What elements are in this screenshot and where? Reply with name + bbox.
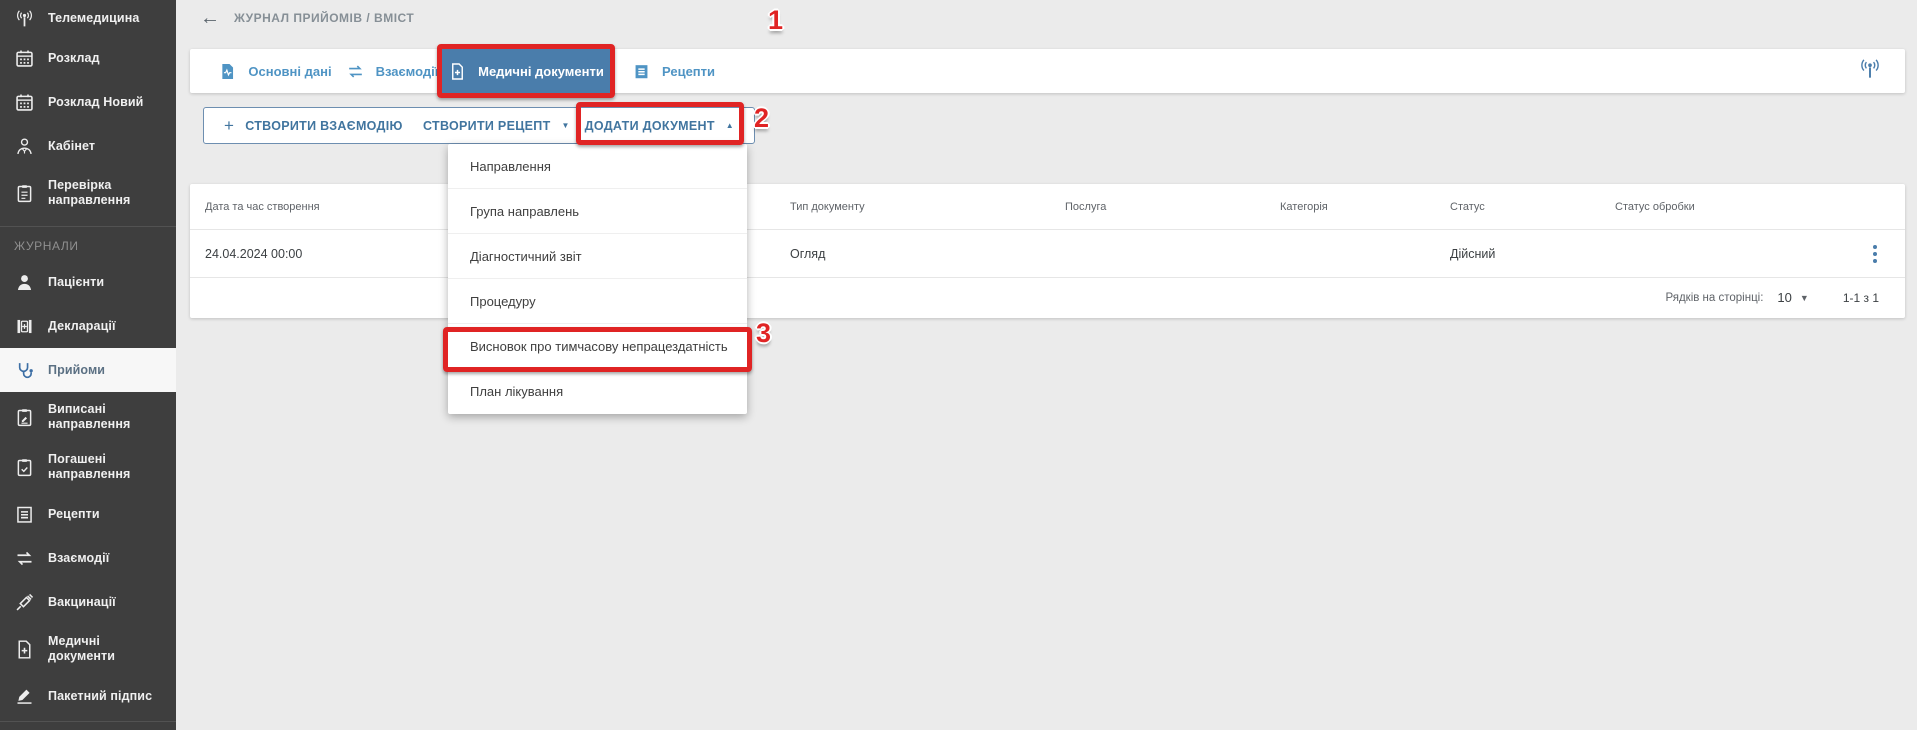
- sidebar-item-batch-signature[interactable]: Пакетний підпис: [0, 674, 176, 718]
- row-menu-kebab-icon[interactable]: [1845, 245, 1905, 263]
- sidebar-item-declarations[interactable]: Декларації: [0, 304, 176, 348]
- column-header-category: Категорія: [1280, 201, 1450, 213]
- chevron-up-icon: ▲: [726, 122, 734, 130]
- menu-item-referral[interactable]: Направлення: [448, 144, 747, 189]
- menu-item-temporary-disability-conclusion[interactable]: Висновок про тимчасову непрацездатність: [448, 324, 747, 369]
- main-content: ← ЖУРНАЛ ПРИЙОМІВ / ВМІСТ Основні дані В…: [176, 0, 1917, 730]
- broadcast-antenna-icon[interactable]: [1857, 56, 1883, 87]
- clipboard-check-icon: [13, 457, 35, 478]
- cell-doc-type: Огляд: [790, 247, 1065, 261]
- menu-item-diagnostic-report[interactable]: Діагностичний звіт: [448, 234, 747, 279]
- sidebar-item-label: Рецепти: [48, 507, 100, 522]
- breadcrumb: ЖУРНАЛ ПРИЙОМІВ / ВМІСТ: [234, 11, 414, 25]
- sidebar-item-schedule[interactable]: Розклад: [0, 36, 176, 80]
- sidebar-item-issued-referrals[interactable]: Виписані направлення: [0, 392, 176, 442]
- sidebar-item-label: Прийоми: [48, 363, 105, 378]
- tab-bar: Основні дані Взаємодії Медичні документи…: [190, 49, 1905, 93]
- calendar-icon: [13, 48, 35, 69]
- doctor-icon: [13, 136, 35, 157]
- topbar: ← ЖУРНАЛ ПРИЙОМІВ / ВМІСТ: [200, 0, 414, 36]
- sidebar-item-label: Виписані направлення: [48, 402, 162, 432]
- tab-label: Основні дані: [248, 64, 331, 79]
- tab-medical-documents[interactable]: Медичні документи: [442, 49, 610, 93]
- sidebar-item-schedule-new[interactable]: Розклад Новий: [0, 80, 176, 124]
- annotation-number-3: 3: [756, 318, 771, 349]
- sidebar-item-appointments[interactable]: Прийоми: [0, 348, 176, 392]
- action-toolbar: + СТВОРИТИ ВЗАЄМОДІЮ СТВОРИТИ РЕЦЕПТ ▼ Д…: [203, 107, 755, 144]
- receipt-icon: [632, 62, 651, 81]
- sidebar-item-label: Пацієнти: [48, 275, 104, 290]
- menu-item-procedure[interactable]: Процедуру: [448, 279, 747, 324]
- tab-label: Взаємодії: [376, 64, 439, 79]
- sidebar-divider: [0, 721, 176, 722]
- sidebar-item-prescriptions[interactable]: Рецепти: [0, 492, 176, 536]
- rows-per-page-label: Рядків на сторінці:: [1665, 292, 1763, 304]
- sidebar-item-label: Розклад: [48, 51, 100, 66]
- syringe-icon: [13, 592, 35, 613]
- column-header-service: Послуга: [1065, 201, 1280, 213]
- column-header-status: Статус: [1450, 201, 1615, 213]
- back-arrow-icon[interactable]: ←: [200, 8, 220, 28]
- sidebar-item-label: Взаємодії: [48, 551, 109, 566]
- rows-per-page-value[interactable]: 10: [1777, 290, 1791, 305]
- plus-icon: +: [224, 117, 234, 134]
- column-header-processing-status: Статус обробки: [1615, 201, 1845, 213]
- column-header-doc-type: Тип документу: [790, 201, 1065, 213]
- pagination-range: 1-1 з 1: [1843, 291, 1879, 305]
- sidebar-item-referral-check[interactable]: Перевірка направлення: [0, 168, 176, 218]
- antenna-icon: [13, 8, 35, 29]
- cell-status: Дійсний: [1450, 247, 1615, 261]
- tab-interactions[interactable]: Взаємодії: [342, 49, 442, 93]
- add-document-button[interactable]: ДОДАТИ ДОКУМЕНТ ▲: [585, 119, 734, 133]
- chevron-down-icon: ▼: [562, 122, 570, 130]
- calendar-icon: [13, 92, 35, 113]
- sidebar-item-patients[interactable]: Пацієнти: [0, 260, 176, 304]
- sidebar-item-label: Кабінет: [48, 139, 95, 154]
- document-plus-icon: [448, 62, 467, 81]
- sidebar-item-label: Декларації: [48, 319, 116, 334]
- sidebar-item-cabinet[interactable]: Кабінет: [0, 124, 176, 168]
- tab-label: Медичні документи: [478, 64, 604, 79]
- sidebar-item-medical-documents[interactable]: Медичні документи: [0, 624, 176, 674]
- sidebar-item-label: Перевірка направлення: [48, 178, 162, 208]
- clipboard-pencil-icon: [13, 407, 35, 428]
- sidebar-item-redeemed-referrals[interactable]: Погашені направлення: [0, 442, 176, 492]
- signature-icon: [13, 686, 35, 707]
- sidebar: Телемедицина Розклад Розклад Новий Кабін…: [0, 0, 176, 730]
- sidebar-item-label: Розклад Новий: [48, 95, 143, 110]
- sidebar-item-label: Погашені направлення: [48, 452, 162, 482]
- sidebar-item-vaccinations[interactable]: Вакцинації: [0, 580, 176, 624]
- chevron-down-icon[interactable]: ▼: [1800, 293, 1809, 303]
- annotation-number-1: 1: [768, 5, 783, 36]
- stethoscope-icon: [13, 360, 35, 381]
- tab-label: Рецепти: [662, 64, 715, 79]
- document-plus-icon: [13, 639, 35, 660]
- create-prescription-button[interactable]: СТВОРИТИ РЕЦЕПТ ▼: [423, 119, 570, 133]
- person-icon: [13, 272, 35, 293]
- declaration-icon: [13, 316, 35, 337]
- menu-item-treatment-plan[interactable]: План лікування: [448, 369, 747, 414]
- sidebar-section-journals: ЖУРНАЛИ: [0, 226, 176, 260]
- swap-arrows-icon: [346, 62, 365, 81]
- sidebar-item-label: Вакцинації: [48, 595, 116, 610]
- clipboard-list-icon: [13, 183, 35, 204]
- menu-item-referral-group[interactable]: Група направлень: [448, 189, 747, 234]
- sidebar-item-interactions[interactable]: Взаємодії: [0, 536, 176, 580]
- document-pulse-icon: [218, 62, 237, 81]
- sidebar-item-telemedicine[interactable]: Телемедицина: [0, 0, 176, 36]
- create-interaction-button[interactable]: + СТВОРИТИ ВЗАЄМОДІЮ: [224, 117, 403, 134]
- swap-arrows-icon: [13, 548, 35, 569]
- sidebar-item-label: Медичні документи: [48, 634, 162, 664]
- tab-main-data[interactable]: Основні дані: [208, 49, 342, 93]
- app-window: Телемедицина Розклад Розклад Новий Кабін…: [0, 0, 1917, 730]
- add-document-dropdown: Направлення Група направлень Діагностичн…: [448, 144, 747, 414]
- tab-prescriptions[interactable]: Рецепти: [610, 49, 715, 93]
- sidebar-item-label: Телемедицина: [48, 11, 139, 26]
- sidebar-item-label: Пакетний підпис: [48, 689, 152, 704]
- receipt-icon: [13, 504, 35, 525]
- annotation-number-2: 2: [754, 103, 769, 134]
